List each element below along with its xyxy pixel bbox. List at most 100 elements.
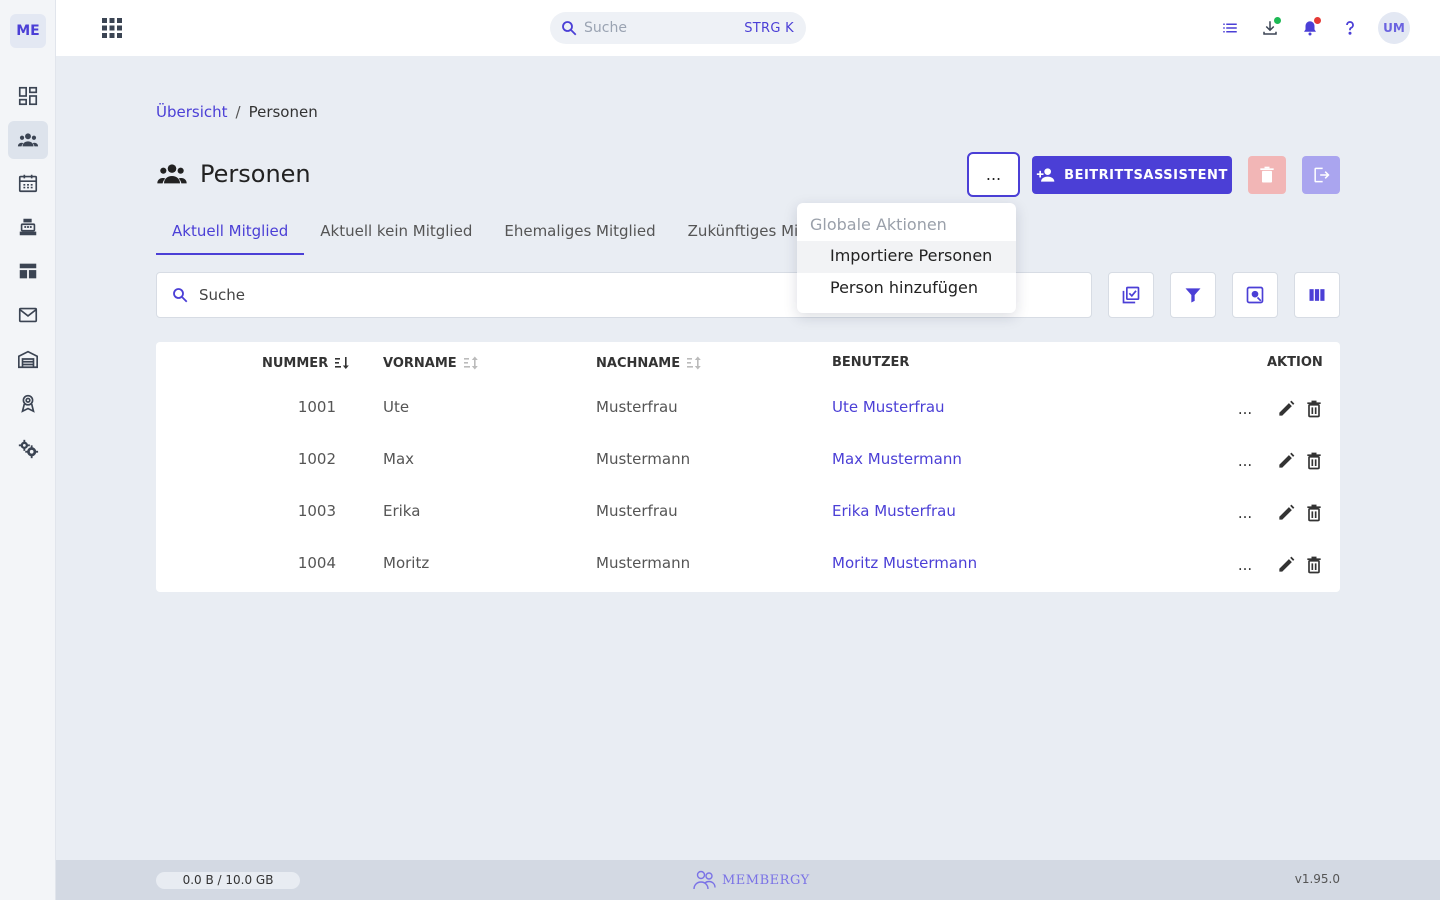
cell-firstname: Moritz bbox=[383, 554, 430, 572]
membership-wizard-button[interactable]: BEITRITTSASSISTENT bbox=[1032, 156, 1232, 194]
sort-icon bbox=[463, 356, 478, 370]
export-button[interactable] bbox=[1302, 156, 1340, 194]
column-header-lastname-label: NACHNAME bbox=[596, 355, 681, 371]
app-logo[interactable]: ME bbox=[10, 14, 46, 48]
columns-button[interactable] bbox=[1294, 272, 1340, 318]
cell-number: 1001 bbox=[297, 398, 336, 416]
table-row[interactable]: 1004 Moritz Mustermann Moritz Mustermann… bbox=[156, 539, 1340, 591]
cell-user-link[interactable]: Ute Musterfrau bbox=[832, 398, 945, 416]
persons-table: NUMMER VORNAME NACHNAME BENUTZER AKTION … bbox=[156, 342, 1340, 592]
mail-icon bbox=[18, 307, 38, 323]
cell-firstname: Erika bbox=[383, 502, 421, 520]
page-header: Personen bbox=[156, 158, 311, 190]
notifications-button[interactable] bbox=[1298, 16, 1322, 40]
bulk-select-button[interactable] bbox=[1108, 272, 1154, 318]
trash-icon bbox=[1307, 556, 1321, 574]
sidebar-item-cashbox[interactable] bbox=[8, 208, 48, 246]
column-header-firstname[interactable]: VORNAME bbox=[383, 355, 479, 371]
row-more-button[interactable]: ... bbox=[1233, 501, 1257, 525]
pencil-icon bbox=[1279, 504, 1295, 520]
row-edit-button[interactable] bbox=[1274, 397, 1298, 421]
delete-selected-button[interactable] bbox=[1248, 156, 1286, 194]
table-row[interactable]: 1001 Ute Musterfrau Ute Musterfrau ... bbox=[156, 383, 1340, 435]
sidebar-item-table[interactable] bbox=[8, 252, 48, 290]
medal-icon bbox=[21, 394, 35, 413]
sort-descending-icon bbox=[335, 357, 350, 369]
cell-user-link[interactable]: Erika Musterfrau bbox=[832, 502, 956, 520]
checklist-icon bbox=[1122, 286, 1140, 304]
people-icon bbox=[157, 164, 187, 184]
breadcrumb-home-link[interactable]: Übersicht bbox=[156, 103, 228, 121]
filter-icon bbox=[1185, 288, 1201, 303]
filter-button[interactable] bbox=[1170, 272, 1216, 318]
help-icon bbox=[1346, 21, 1354, 35]
tab-former-member[interactable]: Ehemaliges Mitglied bbox=[488, 209, 671, 255]
membership-wizard-label: BEITRITTSASSISTENT bbox=[1064, 167, 1228, 183]
cell-number: 1004 bbox=[297, 554, 336, 572]
search-icon bbox=[173, 288, 188, 303]
tab-current-member[interactable]: Aktuell Mitglied bbox=[156, 209, 305, 255]
cell-user-link[interactable]: Moritz Mustermann bbox=[832, 554, 977, 572]
row-delete-button[interactable] bbox=[1302, 501, 1326, 525]
column-header-lastname[interactable]: NACHNAME bbox=[596, 355, 702, 371]
row-edit-button[interactable] bbox=[1274, 449, 1298, 473]
search-icon bbox=[562, 21, 577, 36]
notification-badge bbox=[1314, 17, 1321, 24]
global-search[interactable]: Suche STRG K bbox=[550, 12, 806, 44]
global-search-placeholder: Suche bbox=[584, 20, 627, 36]
trash-icon bbox=[1307, 452, 1321, 470]
table-row[interactable]: 1002 Max Mustermann Max Mustermann ... bbox=[156, 435, 1340, 487]
sidebar-item-warehouse[interactable] bbox=[8, 340, 48, 378]
cell-user-link[interactable]: Max Mustermann bbox=[832, 450, 962, 468]
table-row[interactable]: 1003 Erika Musterfrau Erika Musterfrau .… bbox=[156, 487, 1340, 539]
tab-future-member[interactable]: Zukünftiges Mitglied bbox=[672, 209, 812, 255]
task-list-button[interactable] bbox=[1218, 16, 1242, 40]
sort-icon bbox=[687, 356, 701, 370]
cell-lastname: Musterfrau bbox=[596, 398, 678, 416]
row-more-button[interactable]: ... bbox=[1233, 449, 1257, 473]
sidebar-item-calendar[interactable] bbox=[8, 164, 48, 202]
cell-number: 1002 bbox=[297, 450, 336, 468]
app-version: v1.95.0 bbox=[1294, 872, 1340, 886]
row-edit-button[interactable] bbox=[1274, 553, 1298, 577]
sidebar-item-mail[interactable] bbox=[8, 296, 48, 334]
sidebar-item-dashboard[interactable] bbox=[8, 77, 48, 115]
sidebar-item-settings[interactable] bbox=[8, 430, 48, 468]
cell-number: 1003 bbox=[297, 502, 336, 520]
focus-view-button[interactable] bbox=[1232, 272, 1278, 318]
column-header-number[interactable]: NUMMER bbox=[262, 355, 350, 371]
column-header-number-label: NUMMER bbox=[262, 355, 329, 371]
cell-firstname: Max bbox=[383, 450, 415, 468]
calendar-icon bbox=[18, 174, 38, 193]
menu-item-add-person[interactable]: Person hinzufügen bbox=[797, 273, 1016, 305]
member-status-tabs: Aktuell Mitglied Aktuell kein Mitglied E… bbox=[156, 209, 812, 255]
sidebar-item-awards[interactable] bbox=[8, 384, 48, 422]
brand-name: MEMBERGY bbox=[722, 872, 810, 888]
cell-lastname: Mustermann bbox=[596, 554, 691, 572]
apps-icon[interactable] bbox=[100, 16, 124, 40]
user-avatar[interactable]: UM bbox=[1378, 12, 1410, 44]
menu-header: Globale Aktionen bbox=[810, 215, 947, 234]
cell-firstname: Ute bbox=[383, 398, 410, 416]
downloads-button[interactable] bbox=[1258, 16, 1282, 40]
person-search-input[interactable] bbox=[199, 286, 799, 304]
cell-lastname: Musterfrau bbox=[596, 502, 678, 520]
column-header-action: AKTION bbox=[1267, 355, 1323, 370]
row-edit-button[interactable] bbox=[1274, 501, 1298, 525]
warehouse-icon bbox=[18, 350, 38, 369]
columns-icon bbox=[1309, 289, 1325, 301]
menu-item-import-persons[interactable]: Importiere Personen bbox=[797, 241, 1016, 273]
tab-current-non-member[interactable]: Aktuell kein Mitglied bbox=[304, 209, 488, 255]
help-button[interactable] bbox=[1338, 16, 1362, 40]
top-bar: Suche STRG K UM bbox=[56, 0, 1440, 56]
sidebar-item-persons[interactable] bbox=[8, 121, 48, 159]
row-delete-button[interactable] bbox=[1302, 553, 1326, 577]
row-more-button[interactable]: ... bbox=[1233, 397, 1257, 421]
trash-icon bbox=[1307, 400, 1321, 418]
row-delete-button[interactable] bbox=[1302, 449, 1326, 473]
global-actions-button[interactable]: ... bbox=[967, 152, 1020, 197]
row-more-button[interactable]: ... bbox=[1233, 553, 1257, 577]
pencil-icon bbox=[1279, 400, 1295, 416]
sidebar: ME bbox=[0, 0, 56, 900]
row-delete-button[interactable] bbox=[1302, 397, 1326, 421]
